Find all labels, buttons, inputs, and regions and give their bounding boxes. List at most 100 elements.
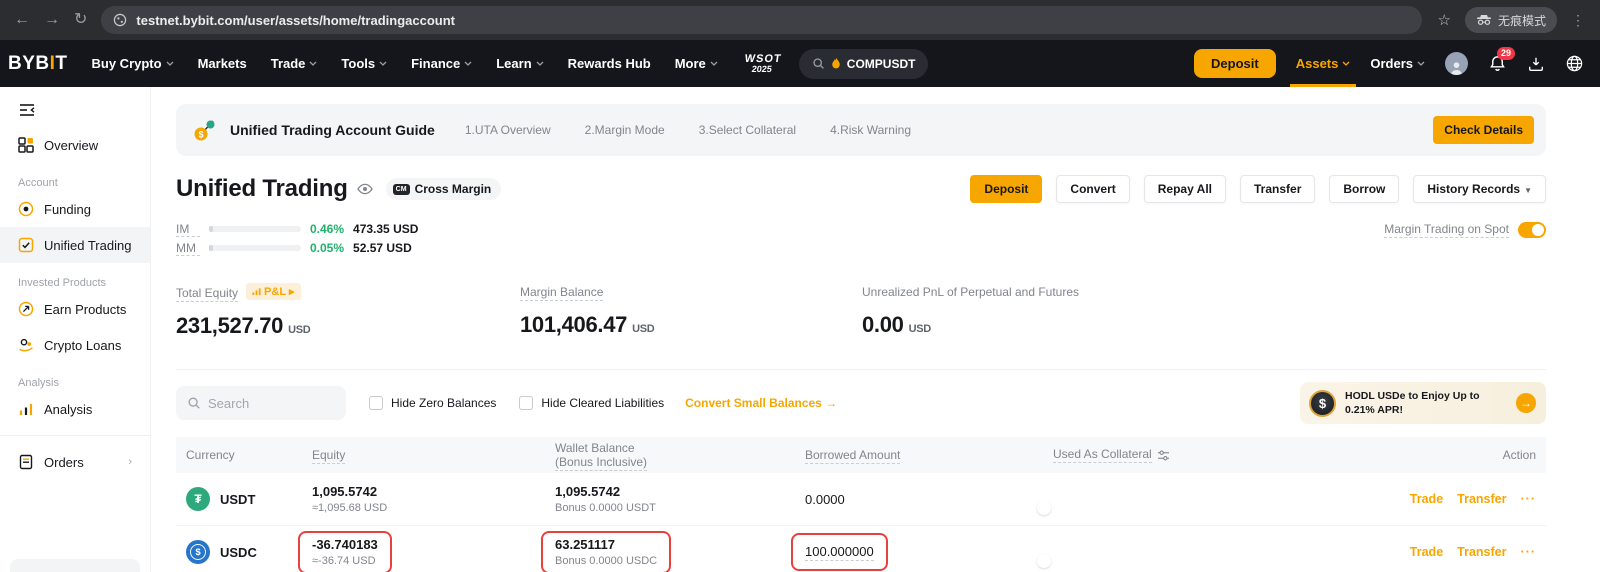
browser-menu-icon[interactable]: ⋮ [1571, 12, 1586, 29]
sidebar-bottom-card [10, 559, 140, 572]
pnl-badge[interactable]: P&L▸ [246, 283, 301, 300]
collateral-filter-icon[interactable] [1157, 450, 1170, 461]
sidebar-item-funding[interactable]: Funding [0, 191, 150, 227]
sidebar-item-analysis[interactable]: Analysis [0, 391, 150, 427]
chevron-down-icon [536, 61, 544, 66]
orders-icon [18, 454, 34, 470]
pnl-chart-icon [252, 287, 261, 296]
sidebar-section-invested-products: Invested Products [0, 263, 150, 291]
equity-value: -36.740183 [312, 537, 378, 552]
notifications-bell[interactable]: 29 [1488, 54, 1507, 73]
globe-icon[interactable] [1565, 54, 1584, 73]
repay-all-button[interactable]: Repay All [1144, 175, 1226, 203]
hide-zero-balances-checkbox[interactable] [369, 396, 383, 410]
hide-cleared-liabilities-checkbox[interactable] [519, 396, 533, 410]
promo-text: HODL USDe to Enjoy Up to 0.21% APR! [1345, 389, 1497, 417]
wallet-highlight-box: 63.251117 Bonus 0.0000 USDC [541, 531, 671, 572]
mm-progress-bar [209, 245, 301, 251]
sidebar-item-crypto-loans[interactable]: Crypto Loans [0, 327, 150, 363]
nav-item-finance[interactable]: Finance [411, 56, 472, 71]
nav-item-trade[interactable]: Trade [271, 56, 318, 71]
download-icon[interactable] [1527, 55, 1545, 73]
search-icon [187, 396, 201, 410]
address-bar[interactable]: testnet.bybit.com/user/assets/home/tradi… [101, 6, 1421, 34]
wallet-balance-value: 1,095.5742 [555, 484, 805, 499]
nav-item-tools[interactable]: Tools [341, 56, 387, 71]
nav-item-buy-crypto[interactable]: Buy Crypto [92, 56, 174, 71]
site-info-icon[interactable] [113, 13, 127, 27]
total-equity-label: Total Equity [176, 286, 238, 302]
sidebar-divider [0, 435, 150, 436]
sidebar-section-account: Account [0, 163, 150, 191]
guide-step-1[interactable]: 1.UTA Overview [465, 123, 551, 137]
trade-link[interactable]: Trade [1410, 545, 1443, 559]
cm-icon: CM [393, 184, 410, 195]
sidebar-item-unified-trading[interactable]: Unified Trading [0, 227, 150, 263]
equity-usd: ≈1,095.68 USD [312, 502, 555, 514]
im-value: 473.35 USD [353, 222, 418, 236]
nav-deposit-button[interactable]: Deposit [1194, 49, 1276, 78]
promo-arrow-button[interactable]: → [1516, 393, 1536, 413]
header-used-as-collateral: Used As Collateral [1053, 447, 1152, 463]
wsot-2025-logo[interactable]: WSOT 2025 [742, 54, 782, 74]
sidebar-collapse-icon[interactable] [18, 103, 36, 117]
trade-link[interactable]: Trade [1410, 492, 1443, 506]
guide-step-4[interactable]: 4.Risk Warning [830, 123, 911, 137]
header-currency: Currency [186, 448, 312, 462]
mm-percent: 0.05% [310, 241, 344, 255]
borrow-button[interactable]: Borrow [1329, 175, 1399, 203]
usde-coin-icon: $ [1309, 390, 1336, 417]
more-actions-icon[interactable]: ··· [1521, 545, 1537, 559]
search-input[interactable] [208, 396, 318, 411]
page-title: Unified Trading [176, 175, 348, 203]
bybit-logo[interactable]: BYBIT [8, 53, 68, 75]
transfer-link[interactable]: Transfer [1457, 545, 1506, 559]
reload-icon[interactable]: ↻ [74, 12, 87, 28]
currency-name: USDC [220, 545, 257, 560]
sidebar-item-overview[interactable]: Overview [0, 127, 150, 163]
history-records-button[interactable]: History Records▼ [1413, 175, 1546, 203]
nav-item-markets[interactable]: Markets [198, 56, 247, 71]
earn-products-icon [18, 301, 34, 317]
nav-item-orders[interactable]: Orders [1370, 56, 1425, 71]
equity-value: 1,095.5742 [312, 484, 555, 499]
transfer-link[interactable]: Transfer [1457, 492, 1506, 506]
wallet-balance-value: 63.251117 [555, 537, 657, 552]
check-details-button[interactable]: Check Details [1433, 116, 1534, 144]
asset-search-box[interactable] [176, 386, 346, 420]
browser-toolbar: ← → ↻ testnet.bybit.com/user/assets/home… [0, 0, 1600, 40]
guide-title: Unified Trading Account Guide [230, 122, 435, 138]
avatar[interactable] [1445, 52, 1468, 75]
convert-button[interactable]: Convert [1056, 175, 1129, 203]
header-equity: Equity [312, 448, 345, 464]
hide-balance-eye-icon[interactable] [357, 183, 373, 195]
nav-item-more[interactable]: More [675, 56, 718, 71]
guide-step-2[interactable]: 2.Margin Mode [585, 123, 665, 137]
usde-promo-banner[interactable]: $ HODL USDe to Enjoy Up to 0.21% APR! → [1300, 382, 1546, 424]
unrealized-pnl-value: 0.00USD [862, 312, 1079, 338]
guide-step-3[interactable]: 3.Select Collateral [699, 123, 796, 137]
mm-label: MM [176, 241, 200, 256]
deposit-button[interactable]: Deposit [970, 175, 1042, 203]
chevron-right-icon: › [128, 456, 132, 468]
forward-icon[interactable]: → [44, 12, 60, 28]
funding-icon [18, 201, 34, 217]
overview-grid-icon [18, 137, 34, 153]
margin-balance-label: Margin Balance [520, 285, 603, 301]
margin-trading-toggle[interactable] [1518, 222, 1546, 238]
nav-item-rewards-hub[interactable]: Rewards Hub [568, 56, 651, 71]
back-icon[interactable]: ← [14, 12, 30, 28]
incognito-label: 无痕模式 [1498, 12, 1546, 29]
chevron-down-icon [309, 61, 317, 66]
nav-item-assets[interactable]: Assets [1296, 40, 1351, 87]
nav-search-value: COMPUSDT [847, 57, 916, 71]
sidebar-item-orders[interactable]: Orders › [0, 444, 150, 480]
nav-item-learn[interactable]: Learn [496, 56, 543, 71]
bookmark-star-icon[interactable]: ☆ [1438, 11, 1451, 29]
sidebar-item-earn-products[interactable]: Earn Products [0, 291, 150, 327]
nav-search-pill[interactable]: COMPUSDT [799, 49, 929, 79]
convert-small-balances-link[interactable]: Convert Small Balances → [685, 396, 837, 410]
more-actions-icon[interactable]: ··· [1521, 492, 1537, 506]
transfer-button[interactable]: Transfer [1240, 175, 1315, 203]
margin-mode-badge[interactable]: CM Cross Margin [386, 178, 502, 200]
